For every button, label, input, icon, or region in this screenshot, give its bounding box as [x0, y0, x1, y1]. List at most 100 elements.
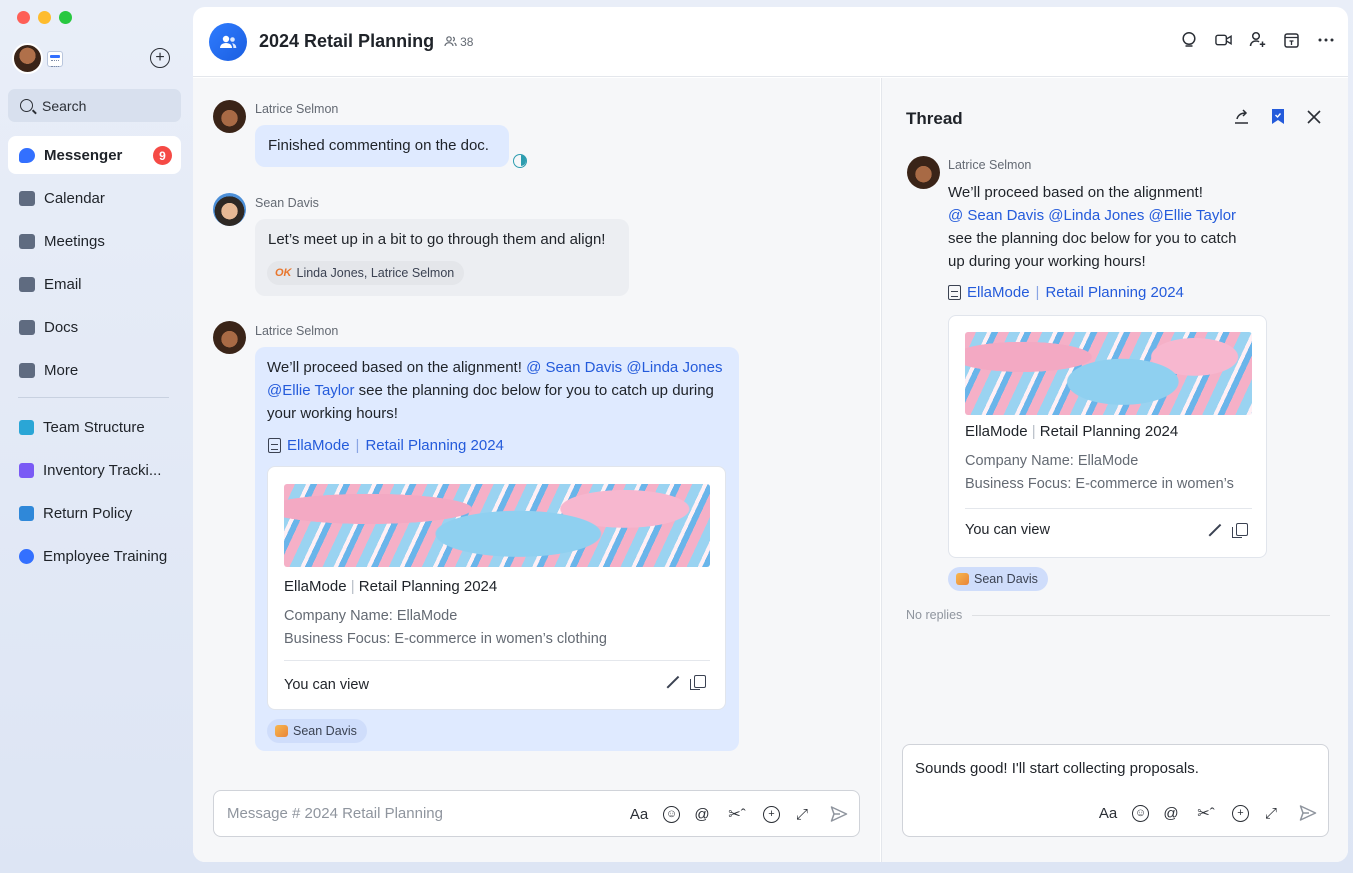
- sidebar: + Search Messenger 9 Calendar Meetings E…: [0, 0, 192, 873]
- screenshot-button[interactable]: ✂ˆ: [724, 805, 750, 823]
- mention-linda-jones[interactable]: @Linda Jones: [626, 359, 722, 376]
- doc-cover-image: [965, 332, 1252, 415]
- avatar[interactable]: [213, 193, 246, 226]
- expand-composer-button[interactable]: ⤢: [793, 805, 811, 823]
- video-call-button[interactable]: [1215, 31, 1232, 48]
- shortcut-inventory-tracking[interactable]: Inventory Tracki...: [8, 451, 181, 489]
- thread-mentions[interactable]: @ Sean Davis @Linda Jones @Ellie Taylor: [948, 204, 1237, 227]
- card-line: Company Name: EllaMode: [965, 453, 1139, 469]
- shortcut-team-structure[interactable]: Team Structure: [8, 408, 181, 446]
- shortcut-label: Employee Training: [43, 547, 168, 565]
- window-controls: [17, 11, 72, 24]
- document-icon: [948, 285, 961, 300]
- send-button[interactable]: [830, 805, 848, 823]
- add-attachment-button[interactable]: +: [1232, 804, 1249, 822]
- reaction-chip[interactable]: OK Linda Jones, Latrice Selmon: [267, 261, 465, 285]
- mention-button[interactable]: @: [1162, 804, 1180, 822]
- avatar[interactable]: [213, 100, 246, 133]
- sidebar-item-docs[interactable]: Docs: [8, 308, 181, 346]
- message-bubble[interactable]: We’ll proceed based on the alignment! @ …: [255, 347, 739, 751]
- format-text-button[interactable]: Aa: [1097, 804, 1119, 822]
- share-icon: [1235, 109, 1248, 124]
- read-status-icon[interactable]: [513, 154, 527, 168]
- sender-name: Latrice Selmon: [255, 324, 339, 338]
- minimize-window-button[interactable]: [38, 11, 51, 24]
- shortcut-employee-training[interactable]: Employee Training: [8, 537, 181, 575]
- sidebar-item-more[interactable]: More: [8, 351, 181, 389]
- copy-icon[interactable]: [1232, 523, 1248, 538]
- reaction-chip[interactable]: Sean Davis: [267, 719, 367, 743]
- share-thread-button[interactable]: [1233, 108, 1250, 125]
- thumbs-up-icon: [956, 573, 969, 585]
- send-icon: [1299, 805, 1317, 821]
- composer-toolbar: Aa ☺ @ ✂ˆ + ⤢: [628, 805, 848, 823]
- search-bar[interactable]: Search: [8, 89, 181, 122]
- doc-preview-card[interactable]: EllaMode | Retail Planning 2024 Company …: [267, 466, 726, 710]
- document-icon: [268, 438, 281, 453]
- reaction-chip[interactable]: Sean Davis: [948, 567, 1048, 591]
- scissors-icon: ✂ˆ: [728, 806, 746, 823]
- create-button[interactable]: +: [150, 48, 170, 68]
- expand-composer-button[interactable]: ⤢: [1262, 804, 1280, 822]
- card-title: EllaMode | Retail Planning 2024: [284, 578, 498, 595]
- doc-preview-card[interactable]: EllaMode | Retail Planning 2024 Company …: [948, 315, 1267, 558]
- shortcut-label: Team Structure: [43, 418, 145, 436]
- emoji-button[interactable]: ☺: [1132, 804, 1149, 822]
- expand-icon: ⤢: [1264, 804, 1277, 822]
- calendar-status-icon[interactable]: [47, 51, 63, 67]
- group-avatar[interactable]: [209, 22, 247, 61]
- mention-button[interactable]: @: [693, 805, 711, 823]
- card-line: Company Name: EllaMode: [284, 608, 458, 624]
- close-thread-button[interactable]: [1305, 108, 1322, 125]
- doc-link[interactable]: EllaMode | Retail Planning 2024: [948, 284, 1184, 301]
- screenshot-button[interactable]: ✂ˆ: [1193, 804, 1219, 822]
- message-input[interactable]: Message # 2024 Retail Planning: [227, 805, 443, 822]
- bookmark-button[interactable]: [1269, 108, 1286, 125]
- message-text: Let’s meet up in a bit to go through the…: [268, 231, 606, 248]
- user-avatar[interactable]: [12, 43, 43, 74]
- member-count-value: 38: [460, 34, 474, 49]
- wiki-icon: [19, 548, 34, 564]
- message-text: Finished commenting on the doc.: [268, 137, 489, 154]
- add-member-button[interactable]: [1249, 31, 1266, 48]
- doc-icon: [19, 419, 34, 435]
- sender-name: Latrice Selmon: [255, 102, 339, 116]
- permission-label: You can view: [965, 522, 1050, 538]
- members-icon: [444, 36, 457, 47]
- expand-icon[interactable]: [1208, 523, 1221, 536]
- sidebar-item-label: Messenger: [44, 146, 123, 164]
- sidebar-item-calendar[interactable]: Calendar: [8, 179, 181, 217]
- member-count[interactable]: 38: [444, 35, 473, 49]
- send-button[interactable]: [1299, 804, 1317, 822]
- add-attachment-button[interactable]: +: [763, 805, 780, 823]
- message-bubble[interactable]: Finished commenting on the doc.: [255, 125, 509, 167]
- calendar-button[interactable]: [1283, 31, 1300, 48]
- chat-search-button[interactable]: [1181, 31, 1198, 48]
- format-text-button[interactable]: Aa: [628, 805, 650, 823]
- add-user-icon: [1249, 31, 1266, 47]
- sidebar-item-messenger[interactable]: Messenger 9: [8, 136, 181, 174]
- grid-icon: [19, 362, 35, 378]
- zoom-window-button[interactable]: [59, 11, 72, 24]
- doc-link[interactable]: EllaMode | Retail Planning 2024: [268, 434, 504, 457]
- sidebar-item-label: Calendar: [44, 189, 105, 207]
- reply-input[interactable]: Sounds good! I'll start collecting propo…: [915, 760, 1199, 777]
- video-icon: [19, 233, 35, 249]
- docs-icon: [19, 319, 35, 335]
- message-composer[interactable]: Message # 2024 Retail Planning Aa ☺ @ ✂ˆ…: [213, 790, 860, 837]
- expand-icon[interactable]: [666, 675, 679, 688]
- shortcut-label: Return Policy: [43, 504, 133, 522]
- thread-reply-composer[interactable]: Sounds good! I'll start collecting propo…: [902, 744, 1329, 837]
- shortcut-return-policy[interactable]: Return Policy: [8, 494, 181, 532]
- mention-ellie-taylor[interactable]: @Ellie Taylor: [267, 382, 354, 399]
- copy-icon[interactable]: [690, 675, 706, 690]
- shortcut-label: Inventory Tracki...: [43, 461, 162, 479]
- close-window-button[interactable]: [17, 11, 30, 24]
- more-button[interactable]: [1317, 31, 1334, 48]
- sidebar-item-email[interactable]: Email: [8, 265, 181, 303]
- sidebar-item-meetings[interactable]: Meetings: [8, 222, 181, 260]
- mention-sean-davis[interactable]: @ Sean Davis: [526, 359, 622, 376]
- avatar[interactable]: [907, 156, 940, 189]
- emoji-button[interactable]: ☺: [663, 805, 680, 823]
- avatar[interactable]: [213, 321, 246, 354]
